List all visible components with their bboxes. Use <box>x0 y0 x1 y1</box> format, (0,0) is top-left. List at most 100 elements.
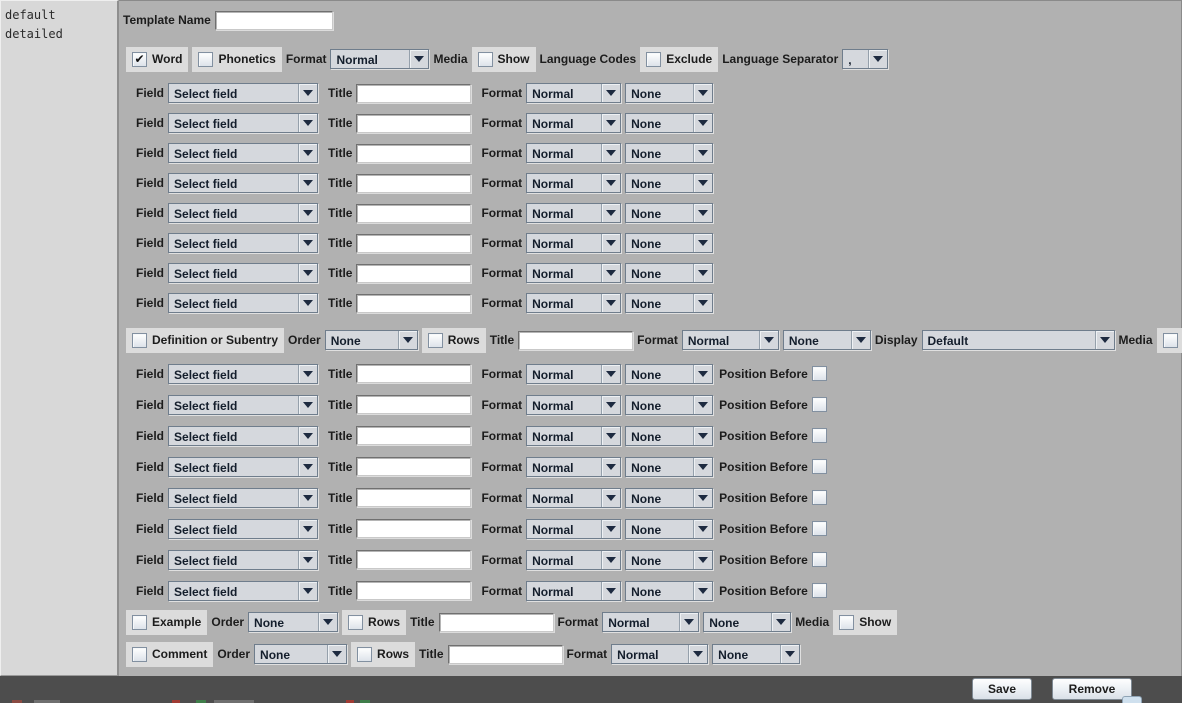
style-select[interactable]: None <box>625 550 713 570</box>
style-select[interactable]: None <box>625 457 713 477</box>
field-select[interactable]: Select field <box>168 550 318 570</box>
field-select[interactable]: Select field <box>168 293 318 313</box>
template-list-item-default[interactable]: default <box>5 6 113 25</box>
template-list-item-detailed[interactable]: detailed <box>5 25 113 44</box>
example-format-select[interactable]: Normal <box>602 612 699 632</box>
style-select[interactable]: None <box>625 581 713 601</box>
exclude-checkbox[interactable] <box>646 52 661 67</box>
definition-checkbox[interactable] <box>132 333 147 348</box>
field-select[interactable]: Select field <box>168 364 318 384</box>
style-select[interactable]: None <box>625 203 713 223</box>
style-select[interactable]: None <box>625 488 713 508</box>
field-select[interactable]: Select field <box>168 426 318 446</box>
title-input[interactable] <box>356 204 471 223</box>
style-select[interactable]: None <box>625 113 713 133</box>
title-input[interactable] <box>356 426 471 445</box>
language-separator-select[interactable]: , <box>842 49 888 69</box>
field-select[interactable]: Select field <box>168 395 318 415</box>
position-before-checkbox[interactable] <box>812 428 827 443</box>
format-select[interactable]: Normal <box>526 233 621 253</box>
comment-order-select[interactable]: None <box>254 644 347 664</box>
style-select[interactable]: None <box>625 83 713 103</box>
position-before-checkbox[interactable] <box>812 490 827 505</box>
title-input[interactable] <box>356 395 471 414</box>
title-input[interactable] <box>356 519 471 538</box>
position-before-checkbox[interactable] <box>812 583 827 598</box>
field-select[interactable]: Select field <box>168 488 318 508</box>
format-select[interactable]: Normal <box>526 203 621 223</box>
style-select[interactable]: None <box>625 426 713 446</box>
rows-checkbox[interactable] <box>357 647 372 662</box>
position-before-checkbox[interactable] <box>812 521 827 536</box>
rows-checkbox[interactable] <box>428 333 443 348</box>
field-select[interactable]: Select field <box>168 173 318 193</box>
format-select[interactable]: Normal <box>526 263 621 283</box>
format-select[interactable]: Normal <box>526 581 621 601</box>
format-select[interactable]: Normal <box>526 293 621 313</box>
template-name-input[interactable] <box>215 11 333 30</box>
field-select[interactable]: Select field <box>168 263 318 283</box>
field-select[interactable]: Select field <box>168 113 318 133</box>
word-format-select[interactable]: Normal <box>330 49 429 69</box>
format-select[interactable]: Normal <box>526 519 621 539</box>
title-input[interactable] <box>356 144 471 163</box>
title-input[interactable] <box>356 457 471 476</box>
title-input[interactable] <box>356 264 471 283</box>
example-checkbox[interactable] <box>132 615 147 630</box>
style-select[interactable]: None <box>625 173 713 193</box>
format-select[interactable]: Normal <box>526 143 621 163</box>
field-select[interactable]: Select field <box>168 143 318 163</box>
remove-button[interactable]: Remove <box>1052 678 1132 700</box>
media-show-checkbox[interactable] <box>839 615 854 630</box>
media-show-checkbox[interactable] <box>1163 333 1178 348</box>
field-select[interactable]: Select field <box>168 581 318 601</box>
field-select[interactable]: Select field <box>168 457 318 477</box>
definition-format-select[interactable]: Normal <box>682 330 779 350</box>
example-title-input[interactable] <box>439 613 554 632</box>
field-select[interactable]: Select field <box>168 83 318 103</box>
format-select[interactable]: Normal <box>526 457 621 477</box>
definition-style-select[interactable]: None <box>783 330 871 350</box>
comment-checkbox[interactable] <box>132 647 147 662</box>
word-checkbox[interactable] <box>132 52 147 67</box>
style-select[interactable]: None <box>625 364 713 384</box>
format-select[interactable]: Normal <box>526 173 621 193</box>
definition-title-input[interactable] <box>518 331 633 350</box>
position-before-checkbox[interactable] <box>812 552 827 567</box>
format-select[interactable]: Normal <box>526 426 621 446</box>
position-before-checkbox[interactable] <box>812 459 827 474</box>
media-show-checkbox[interactable] <box>478 52 493 67</box>
field-select[interactable]: Select field <box>168 233 318 253</box>
title-input[interactable] <box>356 234 471 253</box>
title-input[interactable] <box>356 364 471 383</box>
phonetics-checkbox[interactable] <box>198 52 213 67</box>
position-before-checkbox[interactable] <box>812 397 827 412</box>
format-select[interactable]: Normal <box>526 488 621 508</box>
format-select[interactable]: Normal <box>526 83 621 103</box>
title-input[interactable] <box>356 488 471 507</box>
position-before-checkbox[interactable] <box>812 366 827 381</box>
style-select[interactable]: None <box>625 519 713 539</box>
format-select[interactable]: Normal <box>526 364 621 384</box>
example-style-select[interactable]: None <box>703 612 791 632</box>
style-select[interactable]: None <box>625 143 713 163</box>
field-select[interactable]: Select field <box>168 203 318 223</box>
title-input[interactable] <box>356 174 471 193</box>
format-select[interactable]: Normal <box>526 113 621 133</box>
style-select[interactable]: None <box>625 233 713 253</box>
rows-checkbox[interactable] <box>348 615 363 630</box>
comment-format-select[interactable]: Normal <box>611 644 708 664</box>
style-select[interactable]: None <box>625 263 713 283</box>
style-select[interactable]: None <box>625 293 713 313</box>
style-select[interactable]: None <box>625 395 713 415</box>
example-order-select[interactable]: None <box>248 612 338 632</box>
display-select[interactable]: Default <box>922 330 1115 350</box>
field-select[interactable]: Select field <box>168 519 318 539</box>
format-select[interactable]: Normal <box>526 395 621 415</box>
comment-style-select[interactable]: None <box>712 644 800 664</box>
title-input[interactable] <box>356 550 471 569</box>
definition-order-select[interactable]: None <box>325 330 418 350</box>
title-input[interactable] <box>356 114 471 133</box>
title-input[interactable] <box>356 84 471 103</box>
comment-title-input[interactable] <box>448 645 563 664</box>
